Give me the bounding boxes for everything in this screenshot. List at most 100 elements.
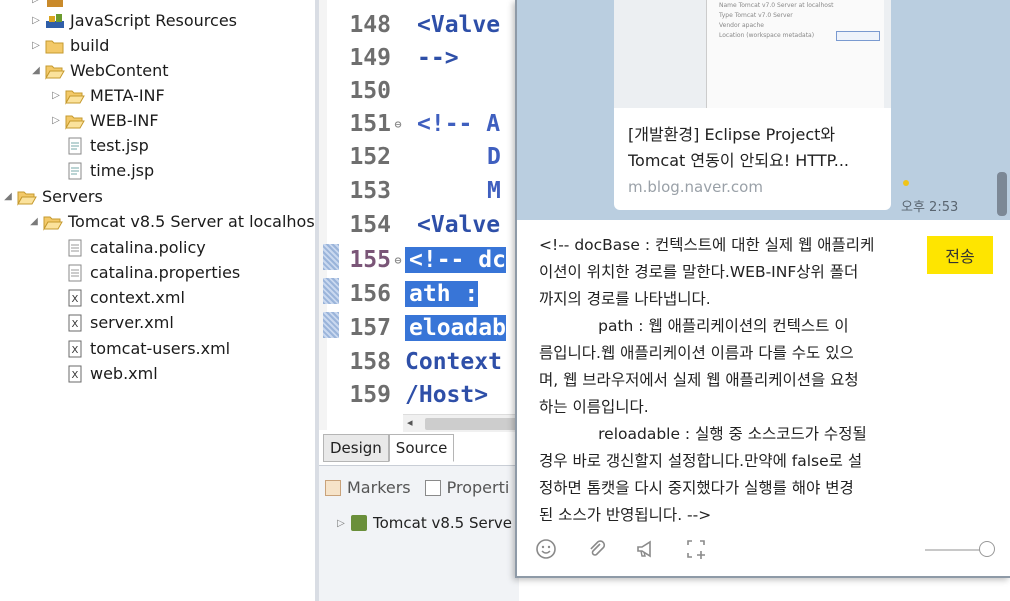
selected-code-text: eloadab [405,315,506,341]
server-label: Tomcat v8.5 Serve [373,514,513,532]
capture-icon[interactable] [685,538,707,560]
code-line[interactable]: 155 ⊖ <!-- dc [339,243,506,277]
chat-window: Name Tomcat v7.0 Server at localhost Typ… [515,0,1010,578]
opacity-slider-track[interactable] [925,549,987,551]
code-line[interactable]: 157 eloadab [339,311,506,345]
tree-item-web-xml[interactable]: X web.xml [65,361,158,386]
project-explorer: ▷ ▷ JavaScript Resources ▷ build ◢ WebCo… [0,0,318,601]
code-line[interactable]: 150 [339,74,417,108]
collapse-arrow-icon[interactable]: ◢ [28,216,40,227]
link-title-line: Tomcat 연동이 안되요! HTTP... [628,151,850,170]
tab-design[interactable]: Design [323,434,389,462]
code-text: /Host> [405,382,489,408]
unread-dot [903,180,909,186]
code-text: <Valve [417,212,501,238]
code-line[interactable]: 158 Context [339,345,501,379]
code-line[interactable]: 156 ath : [339,277,479,311]
tree-item-tomcat-users-xml[interactable]: X tomcat-users.xml [65,336,230,361]
svg-text:X: X [72,345,79,356]
folder-open-icon [43,213,63,231]
send-button[interactable]: 전송 [927,236,993,274]
tree-item-label: tomcat-users.xml [90,339,231,358]
xml-file-icon: X [65,365,85,383]
horizontal-scrollbar[interactable]: ◂ [403,414,519,432]
tree-item-catalina-policy[interactable]: catalina.policy [65,235,206,260]
code-text: <Valve [417,12,501,38]
collapse-arrow-icon[interactable]: ◢ [2,191,14,202]
line-number: 159 [349,382,391,408]
message-line: 이션이 위치한 경로를 말한다.WEB-INF상위 폴더 [539,263,859,281]
tree-item-label: build [70,36,110,55]
tree-item-catalina-properties[interactable]: catalina.properties [65,260,240,285]
message-line: path : 웹 애플리케이션의 컨텍스트 이 [539,317,849,335]
tree-item-label: server.xml [90,313,174,332]
tree-item-javascript-resources[interactable]: ▷ JavaScript Resources [30,8,237,33]
link-preview-card[interactable]: Name Tomcat v7.0 Server at localhost Typ… [614,0,891,210]
line-number: 149 [349,45,391,71]
tree-item-web-inf[interactable]: ▷ WEB-INF [50,108,159,133]
collapse-arrow-icon[interactable]: ◢ [30,65,42,76]
code-line[interactable]: 159/Host> [339,378,488,412]
folder-open-icon [45,62,65,80]
tab-properties[interactable]: Properti [424,478,510,497]
chat-history[interactable]: Name Tomcat v7.0 Server at localhost Typ… [517,0,1010,220]
folder-icon [45,37,65,55]
link-domain: m.blog.naver.com [628,178,763,196]
tree-item-context-xml[interactable]: X context.xml [65,285,185,310]
editor-ruler [319,0,327,430]
thumbnail-text: Type Tomcat v7.0 Server [719,12,793,19]
tree-item-meta-inf[interactable]: ▷ META-INF [50,83,165,108]
code-line[interactable]: 149 --> [339,41,458,75]
tab-markers[interactable]: Markers [325,478,411,497]
shout-icon[interactable] [635,538,657,560]
expand-arrow-icon[interactable]: ▷ [50,90,62,101]
tab-source[interactable]: Source [388,434,455,462]
message-line: 며, 웹 브라우저에서 실제 웹 애플리케이션을 요청 [539,371,859,389]
line-number: 154 [349,212,391,238]
text-file-icon [65,264,85,282]
expand-arrow-icon[interactable]: ▷ [30,40,42,51]
expand-arrow-icon[interactable]: ▷ [30,15,42,26]
tree-item-label: web.xml [90,364,158,383]
tree-item-label: catalina.properties [90,263,241,282]
message-line: reloadable : 실행 중 소스코드가 수정될 [539,425,867,443]
tree-item-time-jsp[interactable]: time.jsp [65,158,154,183]
expand-arrow-icon[interactable]: ▷ [335,518,347,529]
code-line[interactable]: 152 D [339,140,500,174]
chat-scrollbar-thumb[interactable] [997,172,1007,216]
fold-toggle-icon[interactable]: ⊖ [391,118,405,131]
code-line[interactable]: 148 <Valve [339,8,500,42]
tree-item-webcontent[interactable]: ◢ WebContent [30,58,168,83]
scrollbar-thumb[interactable] [425,418,519,430]
xml-file-icon: X [65,314,85,332]
tree-item-label: WEB-INF [90,111,159,130]
attach-icon[interactable] [585,538,607,560]
jsp-file-icon [65,137,85,155]
server-list-item[interactable]: ▷ Tomcat v8.5 Serve [335,514,512,532]
line-number: 158 [349,349,391,375]
code-line[interactable]: 151 ⊖ <!-- A [339,107,500,141]
line-number: 148 [349,12,391,38]
bottom-panel: Markers Properti ▷ Tomcat v8.5 Serve [319,465,519,601]
tree-item-tomcat-server[interactable]: ◢ Tomcat v8.5 Server at localhos [28,209,315,234]
change-marker [323,312,339,338]
tab-label: Properti [446,478,510,497]
message-input[interactable]: <!-- docBase : 컨텍스트에 대한 실제 웹 애플리케 이션이 위치… [539,232,919,529]
message-compose-area[interactable]: <!-- docBase : 컨텍스트에 대한 실제 웹 애플리케 이션이 위치… [517,220,1010,576]
code-line[interactable]: 153 M [339,174,500,208]
expand-arrow-icon[interactable]: ▷ [30,0,42,5]
expand-arrow-icon[interactable]: ▷ [50,115,62,126]
code-line[interactable]: 154 <Valve [339,208,500,242]
opacity-slider-knob[interactable] [979,541,995,557]
emoticon-icon[interactable] [535,538,557,560]
scroll-left-icon[interactable]: ◂ [407,416,413,429]
tree-item-build[interactable]: ▷ build [30,33,109,58]
message-line: 름입니다.웹 애플리케이션 이름과 다를 수도 있으 [539,344,854,362]
xml-file-icon: X [65,289,85,307]
tree-item-server-xml[interactable]: X server.xml [65,310,174,335]
tree-item-test-jsp[interactable]: test.jsp [65,133,149,158]
source-editor[interactable]: 148 <Valve 149 --> 150 151 ⊖ <!-- A 152 D 153… [319,0,519,462]
fold-toggle-icon[interactable]: ⊖ [391,254,405,267]
tree-item-servers[interactable]: ◢ Servers [2,184,103,209]
link-title[interactable]: [개발환경] Eclipse Project와 Tomcat 연동이 안되요! … [628,122,883,174]
